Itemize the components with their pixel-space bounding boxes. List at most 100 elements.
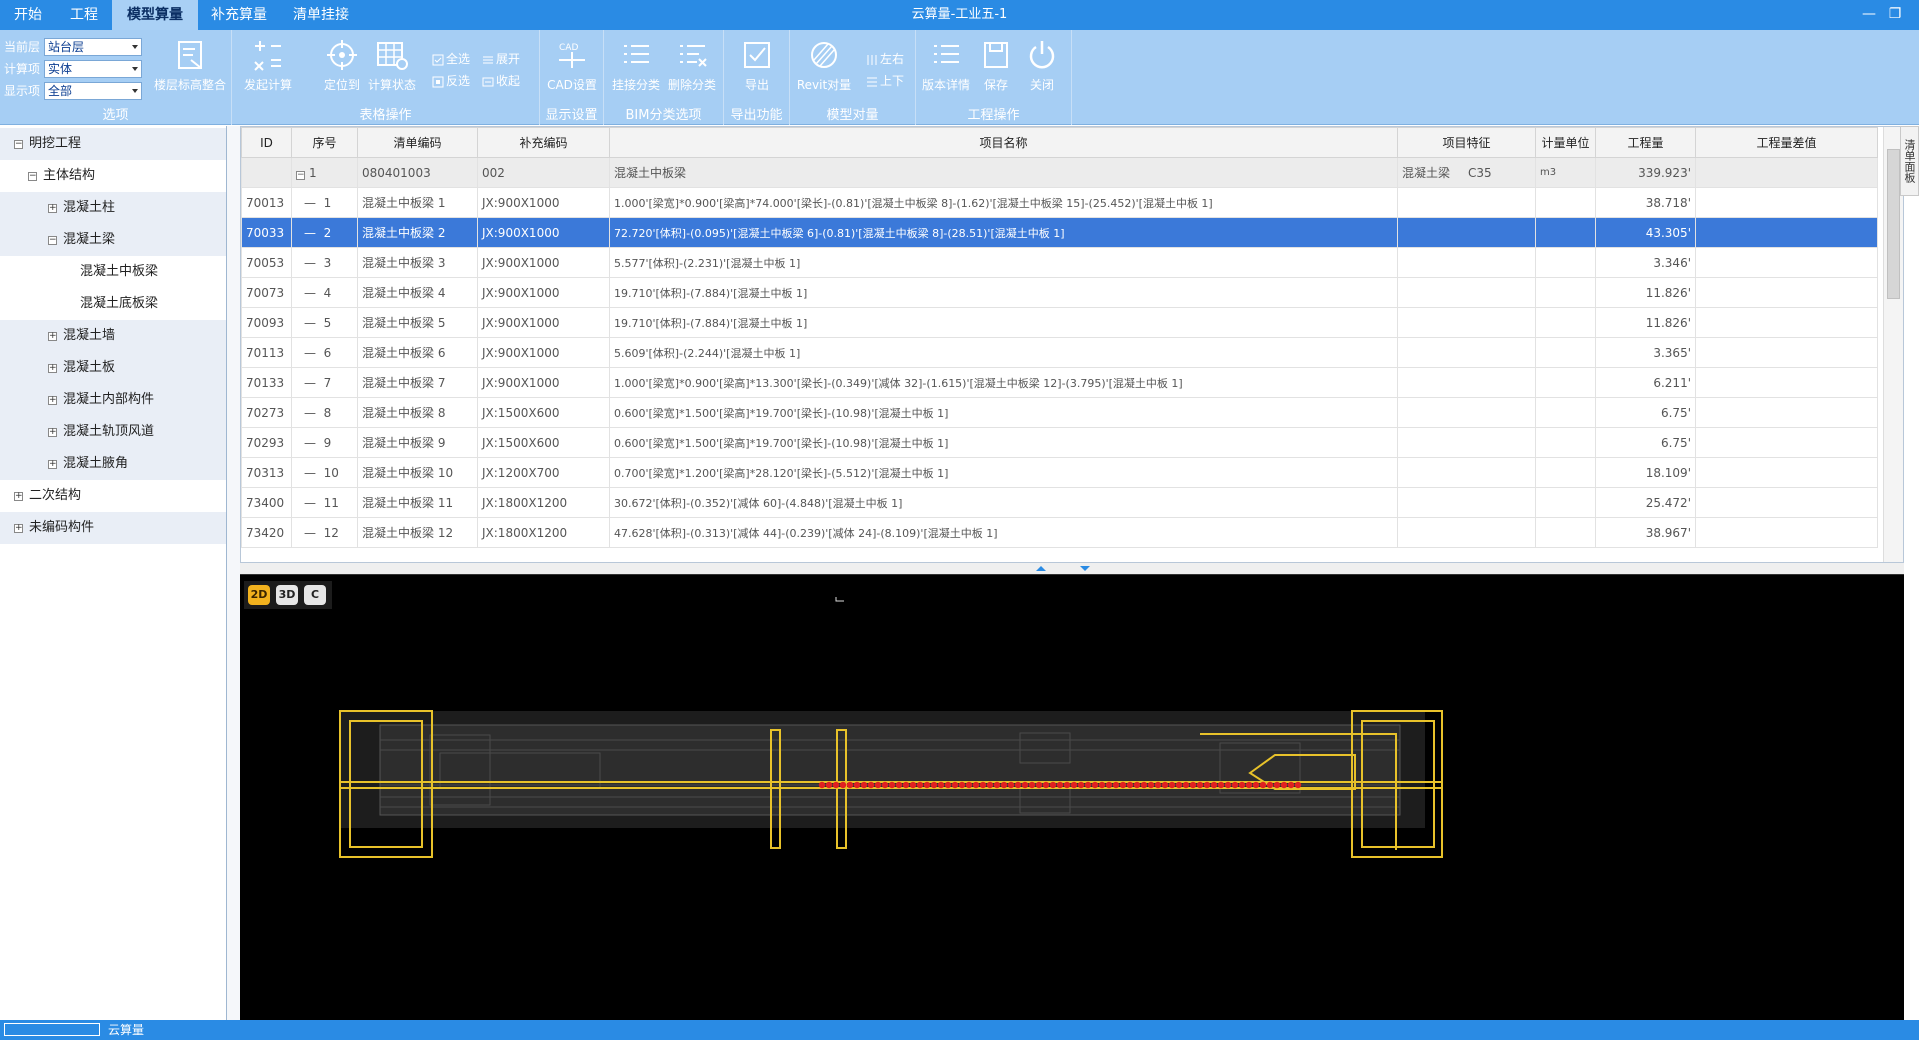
up-down-button[interactable]: 上下 bbox=[866, 72, 904, 90]
tab-supplement-calc[interactable]: 补充算量 bbox=[198, 0, 280, 30]
collapse-icon bbox=[482, 77, 494, 86]
tree-node[interactable]: + 混凝土板 bbox=[0, 352, 226, 384]
column-header[interactable]: 计量单位 bbox=[1535, 127, 1596, 158]
select-all-button[interactable]: 全选 bbox=[432, 50, 470, 68]
table-row[interactable]: 73400— 11 混凝土中板梁 11 JX:1800X1200 30.672'[体积… bbox=[241, 487, 1878, 518]
bim-group-title: BIM分类选项 bbox=[625, 108, 702, 123]
tree-node[interactable]: + 混凝土内部构件 bbox=[0, 384, 226, 416]
splitter-horizontal[interactable] bbox=[240, 563, 1904, 574]
row-diff-cell bbox=[1695, 277, 1878, 308]
tab-start[interactable]: 开始 bbox=[0, 0, 56, 30]
row-qty-cell: 11.826' bbox=[1595, 277, 1696, 308]
tab-bill-attach[interactable]: 清单挂接 bbox=[280, 0, 362, 30]
selected-beam[interactable] bbox=[818, 781, 1302, 789]
start-calc-button[interactable]: 发起计算 bbox=[238, 38, 298, 98]
tree-node[interactable]: + 混凝土腋角 bbox=[0, 448, 226, 480]
table-row[interactable]: 70113— 6 混凝土中板梁 6 JX:900X1000 5.609'[体积]-(2… bbox=[241, 337, 1878, 368]
column-header[interactable]: 清单编码 bbox=[357, 127, 478, 158]
current-floor-select[interactable]: 站台层 bbox=[44, 38, 142, 56]
calc-status-button[interactable]: 计算状态 bbox=[362, 38, 422, 98]
view-c-button[interactable]: C bbox=[304, 585, 326, 605]
collapse-toggle-icon[interactable]: − bbox=[48, 235, 57, 245]
column-header[interactable]: 项目特征 bbox=[1397, 127, 1536, 158]
floor-elevation-merge-button[interactable]: 楼层标高整合 bbox=[152, 38, 228, 98]
column-header[interactable]: 补充编码 bbox=[477, 127, 610, 158]
column-header[interactable]: 序号 bbox=[291, 127, 358, 158]
table-row[interactable]: 70053— 3 混凝土中板梁 3 JX:900X1000 5.577'[体积]-(2… bbox=[241, 247, 1878, 278]
expand-toggle-icon[interactable]: + bbox=[48, 331, 57, 341]
row-qty-cell: 3.365' bbox=[1595, 337, 1696, 368]
table-row[interactable]: 70133— 7 混凝土中板梁 7 JX:900X1000 1.000'[梁宽]*0.… bbox=[241, 367, 1878, 398]
view-2d-button[interactable]: 2D bbox=[248, 585, 270, 605]
row-supp-cell: JX:1200X700 bbox=[477, 457, 610, 488]
invert-select-button[interactable]: 反选 bbox=[432, 72, 470, 90]
column-header[interactable]: 工程量 bbox=[1595, 127, 1696, 158]
model-canvas[interactable] bbox=[240, 575, 1904, 1021]
column-header[interactable]: ID bbox=[241, 127, 292, 158]
tree-node[interactable]: + 混凝土墙 bbox=[0, 320, 226, 352]
table-ops-group-title: 表格操作 bbox=[359, 108, 412, 123]
expand-toggle-icon[interactable]: + bbox=[48, 203, 57, 213]
model-viewer[interactable]: 2D 3D C bbox=[240, 574, 1904, 1020]
expand-toggle-icon[interactable]: + bbox=[48, 363, 57, 373]
beam-segment bbox=[986, 781, 994, 789]
tree-node[interactable]: + 混凝土柱 bbox=[0, 192, 226, 224]
table-row[interactable]: 70273— 8 混凝土中板梁 8 JX:1500X600 0.600'[梁宽]*1.… bbox=[241, 397, 1878, 428]
collapse-toggle-icon[interactable]: − bbox=[296, 170, 305, 180]
expand-toggle-icon[interactable]: + bbox=[48, 459, 57, 469]
row-id-cell bbox=[241, 157, 292, 188]
bill-panel-tab[interactable]: 清单面板 bbox=[1900, 126, 1919, 196]
row-formula-cell: 0.600'[梁宽]*1.500'[梁高]*19.700'[梁长]-(10.98… bbox=[609, 397, 1398, 428]
row-name-cell: 混凝土中板梁 bbox=[609, 157, 1398, 188]
tree-node[interactable]: − 明挖工程 bbox=[0, 128, 226, 160]
display-item-select[interactable]: 全部 bbox=[44, 82, 142, 100]
row-seq: 9 bbox=[323, 435, 332, 450]
group-row[interactable]: −1 080401003 002 混凝土中板梁 混凝土梁 C35 m3 339.923' bbox=[241, 157, 1878, 188]
tab-model-calc[interactable]: 模型算量 bbox=[112, 0, 198, 30]
expand-toggle-icon[interactable]: + bbox=[48, 395, 57, 405]
beam-segment bbox=[1077, 781, 1085, 789]
splitter-vertical[interactable] bbox=[227, 126, 240, 1020]
table-row[interactable]: 70313— 10 混凝土中板梁 10 JX:1200X700 0.700'[梁宽]*… bbox=[241, 457, 1878, 488]
expand-toggle-icon[interactable]: + bbox=[14, 523, 23, 533]
close-button[interactable]: 关闭 bbox=[1012, 38, 1072, 98]
attach-category-button[interactable]: 挂接分类 bbox=[606, 38, 666, 98]
column-header[interactable]: 项目名称 bbox=[609, 127, 1398, 158]
table-row[interactable]: 70073— 4 混凝土中板梁 4 JX:900X1000 19.710'[体积]-(… bbox=[241, 277, 1878, 308]
table-row[interactable]: 70033— 2 混凝土中板梁 2 JX:900X1000 72.720'[体积]-(… bbox=[241, 217, 1878, 248]
expand-button[interactable]: 展开 bbox=[482, 50, 520, 68]
collapse-button[interactable]: 收起 bbox=[482, 72, 520, 90]
feature-a: 混凝土梁 bbox=[1402, 166, 1451, 180]
export-button[interactable]: 导出 bbox=[727, 38, 787, 98]
table-row[interactable]: 70013— 1 混凝土中板梁 1 JX:900X1000 1.000'[梁宽]*0.… bbox=[241, 187, 1878, 218]
collapse-toggle-icon[interactable]: − bbox=[14, 139, 23, 149]
left-right-button[interactable]: 左右 bbox=[866, 50, 904, 68]
cad-settings-button[interactable]: CAD CAD设置 bbox=[542, 38, 602, 98]
column-header[interactable]: 工程量差值 bbox=[1695, 127, 1878, 158]
minimize-button[interactable]: — bbox=[1858, 4, 1880, 24]
collapse-toggle-icon[interactable]: − bbox=[28, 171, 37, 181]
beam-segment bbox=[1210, 781, 1218, 789]
scrollbar-thumb[interactable] bbox=[1887, 149, 1900, 299]
tree-node[interactable]: − 混凝土梁 bbox=[0, 224, 226, 256]
table-row[interactable]: 73420— 12 混凝土中板梁 12 JX:1800X1200 47.628'[体积… bbox=[241, 517, 1878, 548]
tree-node[interactable]: − 主体结构 bbox=[0, 160, 226, 192]
tab-project[interactable]: 工程 bbox=[56, 0, 112, 30]
expand-toggle-icon[interactable]: + bbox=[48, 427, 57, 437]
expand-toggle-icon[interactable]: + bbox=[14, 491, 23, 501]
calc-item-select[interactable]: 实体 bbox=[44, 60, 142, 78]
table-row[interactable]: 70093— 5 混凝土中板梁 5 JX:900X1000 19.710'[体积]-(… bbox=[241, 307, 1878, 338]
tree-node[interactable]: + 未编码构件 bbox=[0, 512, 226, 544]
delete-category-button[interactable]: 删除分类 bbox=[662, 38, 722, 98]
tree-node[interactable]: + 混凝土轨顶风道 bbox=[0, 416, 226, 448]
table-row[interactable]: 70293— 9 混凝土中板梁 9 JX:1500X600 0.600'[梁宽]*1.… bbox=[241, 427, 1878, 458]
tree-node[interactable]: + 二次结构 bbox=[0, 480, 226, 512]
tree-node[interactable]: 混凝土中板梁 bbox=[0, 256, 226, 288]
tree-node[interactable]: 混凝土底板梁 bbox=[0, 288, 226, 320]
ribbon-group-display: CAD CAD设置 显示设置 bbox=[540, 30, 604, 125]
row-seq-cell: — 12 bbox=[291, 517, 358, 548]
restore-button[interactable]: ❐ bbox=[1884, 4, 1906, 24]
revit-compare-button[interactable]: Revit对量 bbox=[794, 38, 854, 98]
view-3d-button[interactable]: 3D bbox=[276, 585, 298, 605]
row-code-cell: 混凝土中板梁 11 bbox=[357, 487, 478, 518]
